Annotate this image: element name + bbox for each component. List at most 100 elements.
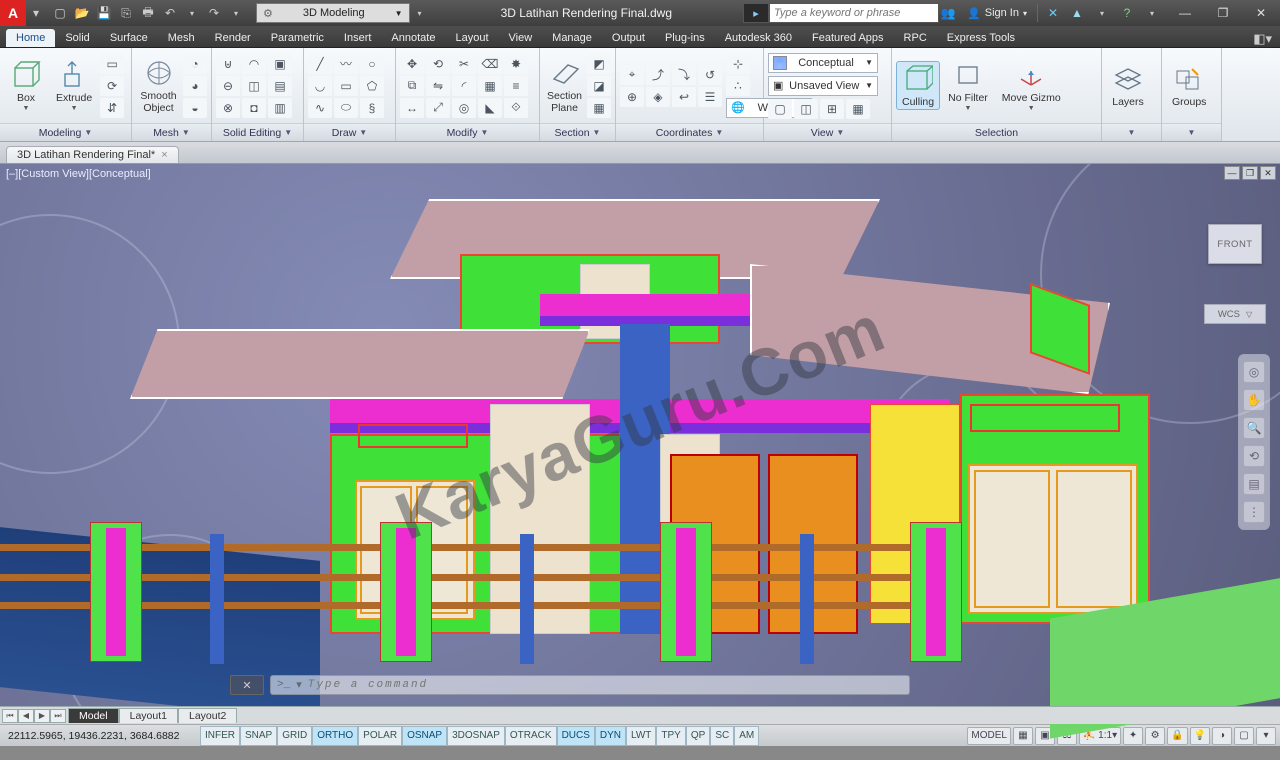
ucs-z-icon[interactable]: ↺: [698, 65, 722, 85]
command-input[interactable]: [308, 679, 903, 691]
mesh-less-icon[interactable]: ◕: [183, 76, 207, 96]
exchange-x-icon[interactable]: ✕: [1044, 4, 1062, 22]
ucs-3point-icon[interactable]: ∴: [726, 76, 750, 96]
panel-title-coordinates[interactable]: Coordinates▼: [616, 123, 763, 141]
close-tab-icon[interactable]: ×: [161, 149, 167, 161]
offset-mod-icon[interactable]: ◎: [452, 98, 476, 118]
layout-tab-layout1[interactable]: Layout1: [119, 708, 178, 723]
polyline-icon[interactable]: 〰: [334, 54, 358, 74]
app-menu-dropdown[interactable]: ▾: [26, 3, 46, 23]
model-space-button[interactable]: MODEL: [967, 727, 1011, 745]
workspace-selector[interactable]: ⚙ 3D Modeling ▼: [256, 3, 410, 23]
tab-solid[interactable]: Solid: [55, 29, 99, 47]
visual-style-combo[interactable]: Conceptual▼: [768, 53, 878, 73]
help-search-input[interactable]: [769, 3, 939, 23]
subtract-icon[interactable]: ⊖: [216, 76, 240, 96]
toggle-qp[interactable]: QP: [686, 726, 710, 746]
new-icon[interactable]: ▢: [50, 3, 70, 23]
viewport[interactable]: [–][Custom View][Conceptual] — ❐ ✕ FRONT…: [0, 164, 1280, 724]
tab-view[interactable]: View: [499, 29, 543, 47]
mirror-icon[interactable]: ⇋: [426, 76, 450, 96]
toggle-polar[interactable]: POLAR: [358, 726, 402, 746]
panel-title-groups[interactable]: ▼: [1162, 123, 1221, 141]
maximize-button[interactable]: ❐: [1204, 1, 1242, 25]
panel-title-draw[interactable]: Draw▼: [304, 123, 395, 141]
array-icon[interactable]: ▦: [478, 76, 502, 96]
toggle-sc[interactable]: SC: [710, 726, 734, 746]
coordinates-readout[interactable]: 22112.5965, 19436.2231, 3684.6882: [0, 730, 200, 742]
toggle-ortho[interactable]: ORTHO: [312, 726, 358, 746]
tab-annotate[interactable]: Annotate: [381, 29, 445, 47]
tab-home[interactable]: Home: [6, 29, 55, 47]
clean-screen-icon[interactable]: ▢: [1234, 727, 1254, 745]
close-button[interactable]: ✕: [1242, 1, 1280, 25]
tab-rpc[interactable]: RPC: [894, 29, 937, 47]
single-vp-icon[interactable]: ▢: [768, 99, 792, 119]
print-icon[interactable]: 🖶: [138, 3, 158, 23]
toggle-ducs[interactable]: DUCS: [557, 726, 595, 746]
toggle-otrack[interactable]: OTRACK: [505, 726, 557, 746]
separate-icon[interactable]: ▥: [268, 98, 292, 118]
3dalign-icon[interactable]: ⟐: [504, 98, 528, 118]
smooth-object-button[interactable]: Smooth Object: [136, 55, 181, 116]
layout-first-icon[interactable]: ⏮: [2, 709, 18, 723]
no-filter-button[interactable]: No Filter▼: [942, 57, 994, 114]
undo-dropdown-icon[interactable]: ▾: [182, 3, 202, 23]
tab-manage[interactable]: Manage: [542, 29, 602, 47]
section-gen-icon[interactable]: ▦: [587, 98, 611, 118]
tab-mesh[interactable]: Mesh: [158, 29, 205, 47]
mesh-more-icon[interactable]: ◔: [183, 54, 207, 74]
tab-output[interactable]: Output: [602, 29, 655, 47]
rectangle-icon[interactable]: ▭: [334, 76, 358, 96]
extract-edge-icon[interactable]: ◠: [242, 54, 266, 74]
tab-layout[interactable]: Layout: [445, 29, 498, 47]
mesh-refine-icon[interactable]: ◒: [183, 98, 207, 118]
ucs-y-icon[interactable]: ⤵: [672, 65, 696, 85]
polysolid-icon[interactable]: ▭: [100, 54, 124, 74]
explode-icon[interactable]: ✸: [504, 54, 528, 74]
toggle-osnap[interactable]: OSNAP: [402, 726, 447, 746]
customize-status-icon[interactable]: ▾: [1256, 727, 1276, 745]
tab-render[interactable]: Render: [205, 29, 261, 47]
help-icon[interactable]: ?: [1118, 4, 1136, 22]
fillet-icon[interactable]: ◜: [452, 76, 476, 96]
ucs-x-icon[interactable]: ⤴: [646, 65, 670, 85]
redo-dropdown-icon[interactable]: ▾: [226, 3, 246, 23]
align-icon[interactable]: ≡: [504, 76, 528, 96]
layout-tab-model[interactable]: Model: [68, 708, 119, 723]
layout-last-icon[interactable]: ⏭: [50, 709, 66, 723]
undo-icon[interactable]: ↶: [160, 3, 180, 23]
circle-icon[interactable]: ○: [360, 54, 384, 74]
toggle-grid[interactable]: GRID: [277, 726, 312, 746]
ucs-world-icon[interactable]: ⊕: [620, 87, 644, 107]
arc-icon[interactable]: ◡: [308, 76, 332, 96]
cmd-close-icon[interactable]: ✕: [230, 675, 264, 695]
layout-prev-icon[interactable]: ◀: [18, 709, 34, 723]
move-icon[interactable]: ✥: [400, 54, 424, 74]
ellipse-icon[interactable]: ⬭: [334, 98, 358, 118]
erase-icon[interactable]: ⌫: [478, 54, 502, 74]
ucs-named-icon[interactable]: ☰: [698, 87, 722, 107]
saved-view-combo[interactable]: ▣Unsaved View▼: [768, 76, 878, 96]
tab-autodesk360[interactable]: Autodesk 360: [715, 29, 802, 47]
infocenter-icon[interactable]: 👥: [939, 4, 957, 22]
ucs-origin-icon[interactable]: ⊹: [726, 54, 750, 74]
panel-title-view[interactable]: View▼: [764, 123, 891, 141]
tab-featured-apps[interactable]: Featured Apps: [802, 29, 894, 47]
shell-icon[interactable]: ◘: [242, 98, 266, 118]
toggle-lwt[interactable]: LWT: [626, 726, 656, 746]
app-icon[interactable]: A: [0, 0, 26, 26]
panel-title-section[interactable]: Section▼: [540, 123, 615, 141]
presspull-icon[interactable]: ⇵: [100, 98, 124, 118]
layers-button[interactable]: Layers: [1106, 61, 1150, 111]
toggle-tpy[interactable]: TPY: [656, 726, 685, 746]
panel-title-layers[interactable]: ▼: [1102, 123, 1161, 141]
intersect-icon[interactable]: ⊗: [216, 98, 240, 118]
sign-in-button[interactable]: 👤 Sign In ▾: [963, 7, 1031, 20]
layout-next-icon[interactable]: ▶: [34, 709, 50, 723]
toggle-dyn[interactable]: DYN: [595, 726, 626, 746]
polygon-icon[interactable]: ⬠: [360, 76, 384, 96]
section-plane-button[interactable]: Section Plane: [544, 55, 585, 116]
chamfer-icon[interactable]: ◣: [478, 98, 502, 118]
ucs-prev-icon[interactable]: ↩: [672, 87, 696, 107]
